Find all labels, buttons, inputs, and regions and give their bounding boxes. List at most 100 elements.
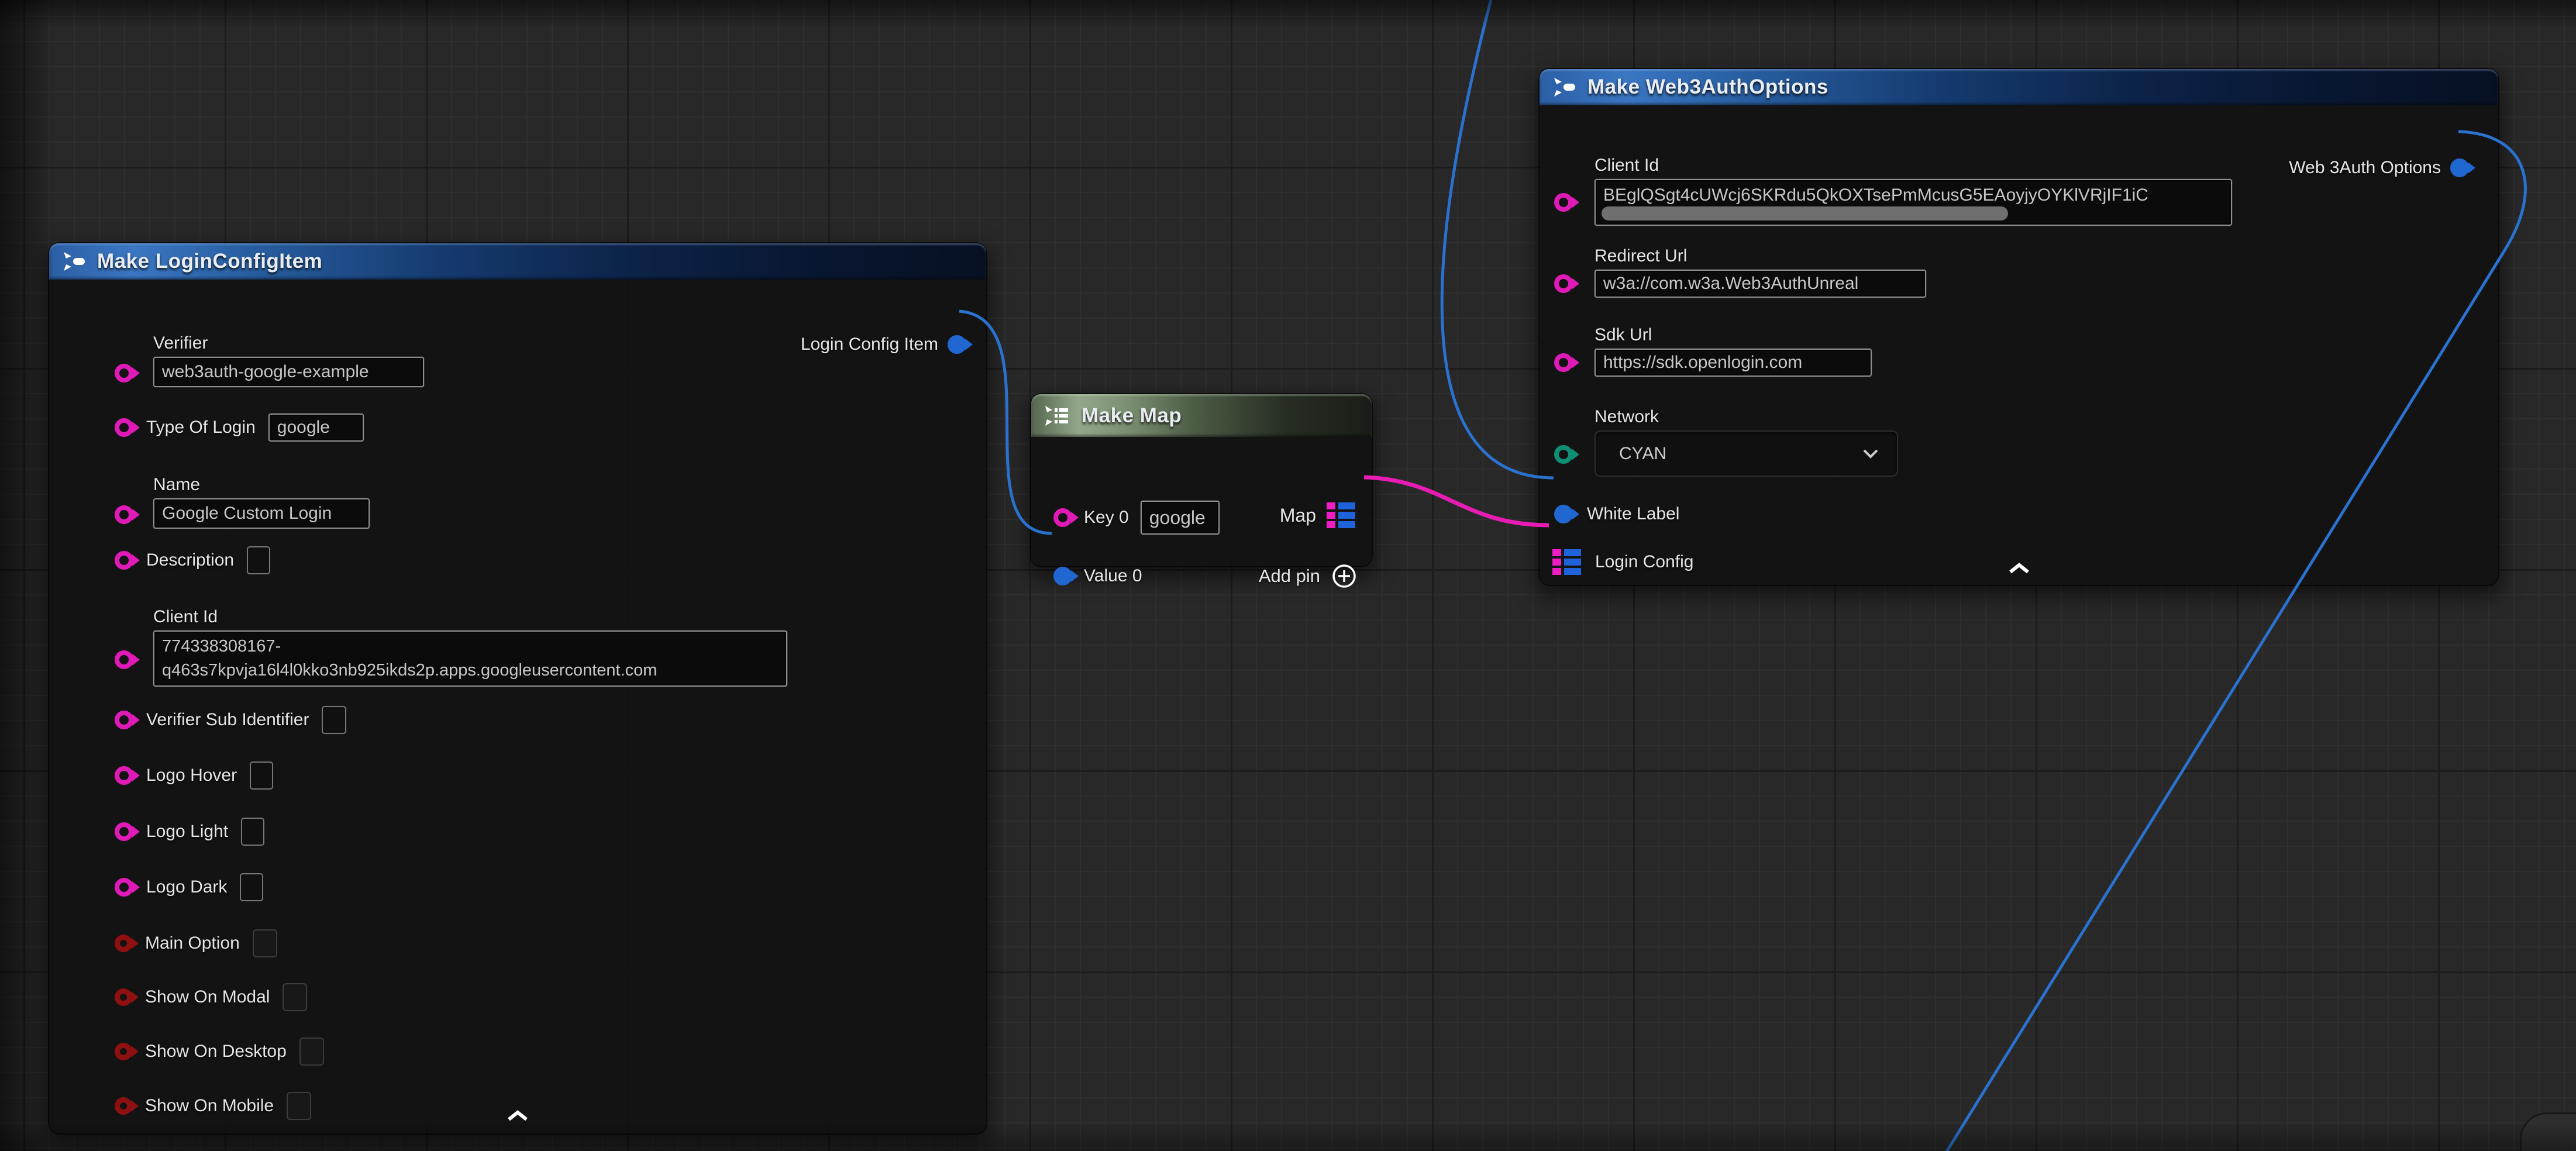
node-header-make-web3authoptions[interactable]: Make Web3AuthOptions <box>1540 69 2498 105</box>
output-row-map: Map <box>1280 502 1355 528</box>
collapse-node-button[interactable] <box>2006 562 2033 577</box>
node-title: Make Web3AuthOptions <box>1587 75 1828 99</box>
redirect-url-input[interactable]: w3a://com.w3a.Web3AuthUnreal <box>1594 270 1926 298</box>
pin-label: Description <box>146 550 234 570</box>
pin-login-config[interactable] <box>1552 549 1581 575</box>
pin-show-on-desktop[interactable] <box>115 1043 132 1060</box>
pin-white-label[interactable] <box>1554 505 1573 523</box>
pin-row-value-0: Value 0 <box>1053 562 1142 590</box>
add-pin-label: Add pin <box>1259 566 1320 587</box>
make-struct-icon <box>1552 75 1577 99</box>
pin-label: Redirect Url <box>1594 246 1926 266</box>
pin-row-description: Description <box>115 546 270 574</box>
key-0-input[interactable]: google <box>1141 501 1220 535</box>
logo-dark-input[interactable] <box>240 873 263 901</box>
pin-type-of-login[interactable] <box>115 418 133 437</box>
node-make-map[interactable]: Make Map Key 0 google Map Value 0 <box>1031 394 1372 566</box>
pin-key-0[interactable] <box>1053 508 1072 527</box>
pin-label: Main Option <box>145 933 240 953</box>
pin-label: Verifier <box>153 333 424 353</box>
pin-row-verifier: Verifier web3auth-google-example <box>115 333 424 387</box>
input-scrollbar[interactable] <box>1602 206 2008 220</box>
graph-panel-corner <box>2520 1112 2576 1151</box>
pin-description[interactable] <box>115 551 133 570</box>
collapse-node-button[interactable] <box>504 1109 531 1124</box>
pin-label: Logo Light <box>146 822 228 842</box>
show-on-desktop-checkbox[interactable] <box>299 1038 324 1066</box>
wire-map-to-loginconfig[interactable] <box>1364 477 1549 525</box>
pin-row-main-option: Main Option <box>115 929 277 957</box>
pin-name[interactable] <box>115 505 133 524</box>
add-pin-button[interactable]: Add pin <box>1259 563 1358 589</box>
name-input[interactable]: Google Custom Login <box>153 498 370 529</box>
pin-label: Sdk Url <box>1594 325 1872 345</box>
client-id-input[interactable]: 774338308167- q463s7kpvja16l4l0kko3nb925… <box>153 630 787 687</box>
pin-label: Login Config <box>1595 552 1693 572</box>
pin-client-id[interactable] <box>115 650 133 669</box>
pin-sdk-url[interactable] <box>1554 353 1573 372</box>
pin-client-id[interactable] <box>1554 193 1573 212</box>
blueprint-graph-canvas[interactable]: Make LoginConfigItem Login Config Item V… <box>0 0 2576 1151</box>
make-map-icon <box>1044 404 1071 428</box>
pin-label: Type Of Login <box>146 418 256 437</box>
pin-main-option[interactable] <box>115 935 132 952</box>
pin-label: Network <box>1594 407 1898 427</box>
output-pin-label: Login Config Item <box>801 335 938 354</box>
output-pin-login-config-item[interactable] <box>948 335 966 354</box>
chevron-down-icon <box>1862 449 1879 459</box>
pin-label: Show On Mobile <box>145 1096 274 1116</box>
pin-redirect-url[interactable] <box>1554 274 1573 293</box>
pin-row-network: Network CYAN <box>1554 407 1898 477</box>
pin-network[interactable] <box>1554 445 1573 464</box>
show-on-mobile-checkbox[interactable] <box>287 1092 311 1120</box>
client-id-input[interactable]: BEglQSgt4cUWcj6SKRdu5QkOXTsePmMcusG5EAoy… <box>1594 179 2232 226</box>
output-pin-label: Web 3Auth Options <box>2289 158 2441 178</box>
pin-verifier-sub-identifier[interactable] <box>115 711 133 729</box>
add-pin-icon <box>1331 563 1358 590</box>
logo-hover-input[interactable] <box>250 761 273 790</box>
sdk-url-input[interactable]: https://sdk.openlogin.com <box>1594 349 1872 377</box>
pin-row-key-0: Key 0 google <box>1053 504 1220 532</box>
node-make-web3authoptions[interactable]: Make Web3AuthOptions Web 3Auth Options C… <box>1540 69 2498 585</box>
pin-row-white-label: White Label <box>1554 500 1679 528</box>
pin-show-on-modal[interactable] <box>115 988 132 1006</box>
pin-row-logo-light: Logo Light <box>115 818 264 846</box>
chevron-up-icon <box>504 1109 531 1122</box>
make-struct-icon <box>62 250 87 273</box>
wire-offscreen-to-whitelabel[interactable] <box>1442 0 1554 478</box>
pin-label: Client Id <box>153 607 787 627</box>
node-make-loginconfigitem[interactable]: Make LoginConfigItem Login Config Item V… <box>49 243 986 1133</box>
pin-label: Logo Dark <box>146 877 227 897</box>
chevron-up-icon <box>2006 562 2033 575</box>
verifier-sub-identifier-input[interactable] <box>322 706 346 734</box>
pin-logo-hover[interactable] <box>115 766 133 785</box>
pin-row-show-on-mobile: Show On Mobile <box>115 1092 311 1120</box>
pin-label: Show On Modal <box>145 987 270 1007</box>
pin-row-client-id: Client Id 774338308167- q463s7kpvja16l4l… <box>115 607 787 687</box>
pin-label: Verifier Sub Identifier <box>146 710 309 730</box>
pin-value-0[interactable] <box>1053 567 1072 585</box>
pin-label: Key 0 <box>1084 508 1129 528</box>
network-dropdown[interactable]: CYAN <box>1594 430 1898 477</box>
pin-label: Name <box>153 475 370 495</box>
node-header-make-loginconfigitem[interactable]: Make LoginConfigItem <box>49 243 986 280</box>
type-of-login-input[interactable]: google <box>268 413 364 442</box>
show-on-modal-checkbox[interactable] <box>283 983 307 1011</box>
output-pin-map[interactable] <box>1327 502 1355 528</box>
pin-row-logo-dark: Logo Dark <box>115 873 263 901</box>
pin-label: Show On Desktop <box>145 1042 287 1062</box>
pin-row-show-on-modal: Show On Modal <box>115 983 307 1011</box>
pin-show-on-mobile[interactable] <box>115 1097 132 1115</box>
pin-verifier[interactable] <box>115 364 133 382</box>
main-option-checkbox[interactable] <box>253 929 277 957</box>
description-input[interactable] <box>247 546 270 574</box>
pin-row-login-config: Login Config <box>1552 548 1693 576</box>
pin-logo-light[interactable] <box>115 822 133 841</box>
verifier-input[interactable]: web3auth-google-example <box>153 357 424 387</box>
pin-logo-dark[interactable] <box>115 878 133 897</box>
pin-row-sdk-url: Sdk Url https://sdk.openlogin.com <box>1554 325 1872 377</box>
output-pin-web3auth-options[interactable] <box>2450 158 2469 177</box>
logo-light-input[interactable] <box>241 818 264 846</box>
pin-row-show-on-desktop: Show On Desktop <box>115 1038 324 1066</box>
node-header-make-map[interactable]: Make Map <box>1031 394 1372 437</box>
